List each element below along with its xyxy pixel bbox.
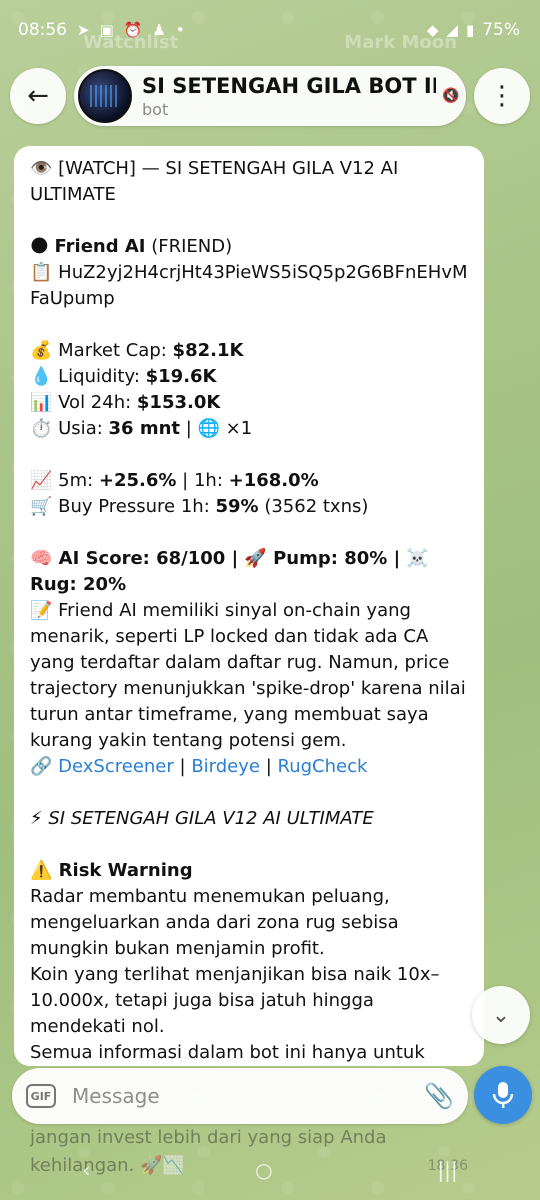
chat-subtitle: bot: [142, 99, 169, 119]
muted-icon: 🔇: [442, 88, 460, 104]
attach-icon[interactable]: 📎: [424, 1082, 454, 1110]
bg-tab-mark-moon: Mark Moon: [344, 32, 457, 53]
more-menu-button[interactable]: ⋮: [474, 68, 530, 124]
token-name-line: 🌑 Friend AI (FRIEND): [30, 236, 233, 257]
scroll-down-button[interactable]: ⌄: [472, 986, 530, 1044]
risk-warning-title: ⚠️ Risk Warning: [30, 860, 193, 881]
system-nav-bar: ‹ ○ |||: [0, 1150, 540, 1190]
signature-line: ⚡ SI SETENGAH GILA V12 AI ULTIMATE: [30, 808, 374, 829]
nav-home-icon[interactable]: ○: [255, 1158, 272, 1182]
dexscreener-link[interactable]: DexScreener: [58, 756, 174, 777]
risk-text-3: Semua informasi dalam bot ini hanya untu…: [30, 1042, 425, 1063]
contract-address[interactable]: 📋 HuZ2yj2H4crjHt43PieWS5iSQ5p2G6BFnEHvMF…: [30, 260, 468, 312]
back-arrow-icon: ←: [27, 81, 49, 111]
avatar: [78, 69, 132, 123]
liquidity-line: 💧 Liquidity: $19.6K: [30, 366, 217, 387]
chat-title: SI SETENGAH GILA BOT INI: [142, 73, 436, 98]
chat-info[interactable]: SI SETENGAH GILA BOT INI bot 🔇: [74, 66, 466, 126]
risk-text-2: Koin yang terlihat menjanjikan bisa naik…: [30, 964, 440, 1037]
chevron-down-icon: ⌄: [491, 1002, 511, 1028]
ai-analysis: 📝 Friend AI memiliki sinyal on-chain yan…: [30, 600, 466, 751]
price-change-line: 📈 5m: +25.6% | 1h: +168.0%: [30, 470, 319, 491]
age-line: ⏱️ Usia: 36 mnt | 🌐 ×1: [30, 418, 253, 439]
message-input[interactable]: [72, 1084, 425, 1108]
birdeye-link[interactable]: Birdeye: [191, 756, 260, 777]
background-tabs: Watchlist Mark Moon: [0, 32, 540, 60]
gif-icon[interactable]: GIF: [26, 1084, 56, 1108]
nav-back-icon[interactable]: ‹: [82, 1158, 90, 1182]
buy-pressure-line: 🛒 Buy Pressure 1h: 59% (3562 txns): [30, 496, 369, 517]
message-bubble: 👁️ [WATCH] — SI SETENGAH GILA V12 AI ULT…: [14, 146, 484, 1066]
back-button[interactable]: ←: [10, 68, 66, 124]
links-line: 🔗 DexScreener | Birdeye | RugCheck: [30, 756, 368, 777]
market-cap-line: 💰 Market Cap: $82.1K: [30, 340, 244, 361]
chat-header: ← SI SETENGAH GILA BOT INI bot 🔇 ⋮: [10, 64, 530, 128]
message-composer: GIF 📎: [12, 1068, 468, 1124]
voice-button[interactable]: [474, 1066, 532, 1124]
volume-line: 📊 Vol 24h: $153.0K: [30, 392, 221, 413]
rugcheck-link[interactable]: RugCheck: [278, 756, 368, 777]
bg-tab-watchlist: Watchlist: [83, 32, 179, 53]
more-vert-icon: ⋮: [489, 81, 515, 111]
ai-score-line: 🧠 AI Score: 68/100 | 🚀 Pump: 80% | ☠️ Ru…: [30, 548, 429, 595]
watch-header: 👁️ [WATCH] — SI SETENGAH GILA V12 AI ULT…: [30, 158, 399, 205]
nav-recents-icon[interactable]: |||: [437, 1158, 457, 1182]
microphone-icon: [492, 1082, 514, 1108]
risk-text-1: Radar membantu menemukan peluang, mengel…: [30, 886, 399, 959]
